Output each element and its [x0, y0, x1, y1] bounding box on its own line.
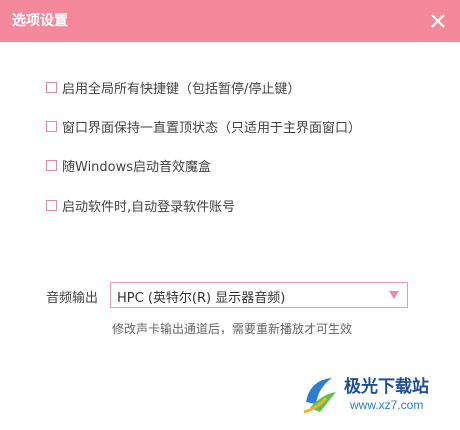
close-icon[interactable] — [428, 11, 448, 31]
checkbox[interactable] — [46, 81, 57, 93]
option-start-with-windows[interactable]: 随Windows启动音效魔盒 — [46, 156, 212, 175]
watermark-url: www.xz7.com — [350, 398, 424, 412]
audio-output-value: HPC (英特尔(R) 显示器音频) — [117, 291, 286, 306]
checkbox[interactable] — [46, 120, 57, 132]
dialog-title: 选项设置 — [12, 13, 68, 29]
option-always-on-top[interactable]: 窗口界面保持一直置顶状态（只适用于主界面窗口） — [46, 117, 362, 136]
audio-output-hint: 修改声卡输出通道后，需要重新播放才可生效 — [112, 322, 353, 336]
option-label: 随Windows启动音效魔盒 — [62, 159, 212, 175]
option-label: 窗口界面保持一直置顶状态（只适用于主界面窗口） — [62, 120, 362, 136]
dropdown-arrow-icon[interactable] — [389, 291, 399, 299]
audio-output-select[interactable]: HPC (英特尔(R) 显示器音频) — [110, 282, 408, 308]
option-auto-login[interactable]: 启动软件时,自动登录软件账号 — [46, 196, 236, 215]
option-label: 启动软件时,自动登录软件账号 — [62, 199, 236, 215]
audio-output-label: 音频输出 — [46, 291, 99, 306]
option-label: 启用全局所有快捷键（包括暂停/停止键） — [62, 81, 301, 97]
option-global-hotkeys[interactable]: 启用全局所有快捷键（包括暂停/停止键） — [46, 78, 301, 97]
watermark: 极光下载站 www.xz7.com — [300, 368, 454, 424]
aurora-logo-icon — [303, 378, 336, 414]
checkbox[interactable] — [46, 159, 57, 171]
watermark-name: 极光下载站 — [344, 377, 429, 397]
title-bar: 选项设置 — [0, 0, 460, 42]
checkbox[interactable] — [46, 199, 57, 211]
